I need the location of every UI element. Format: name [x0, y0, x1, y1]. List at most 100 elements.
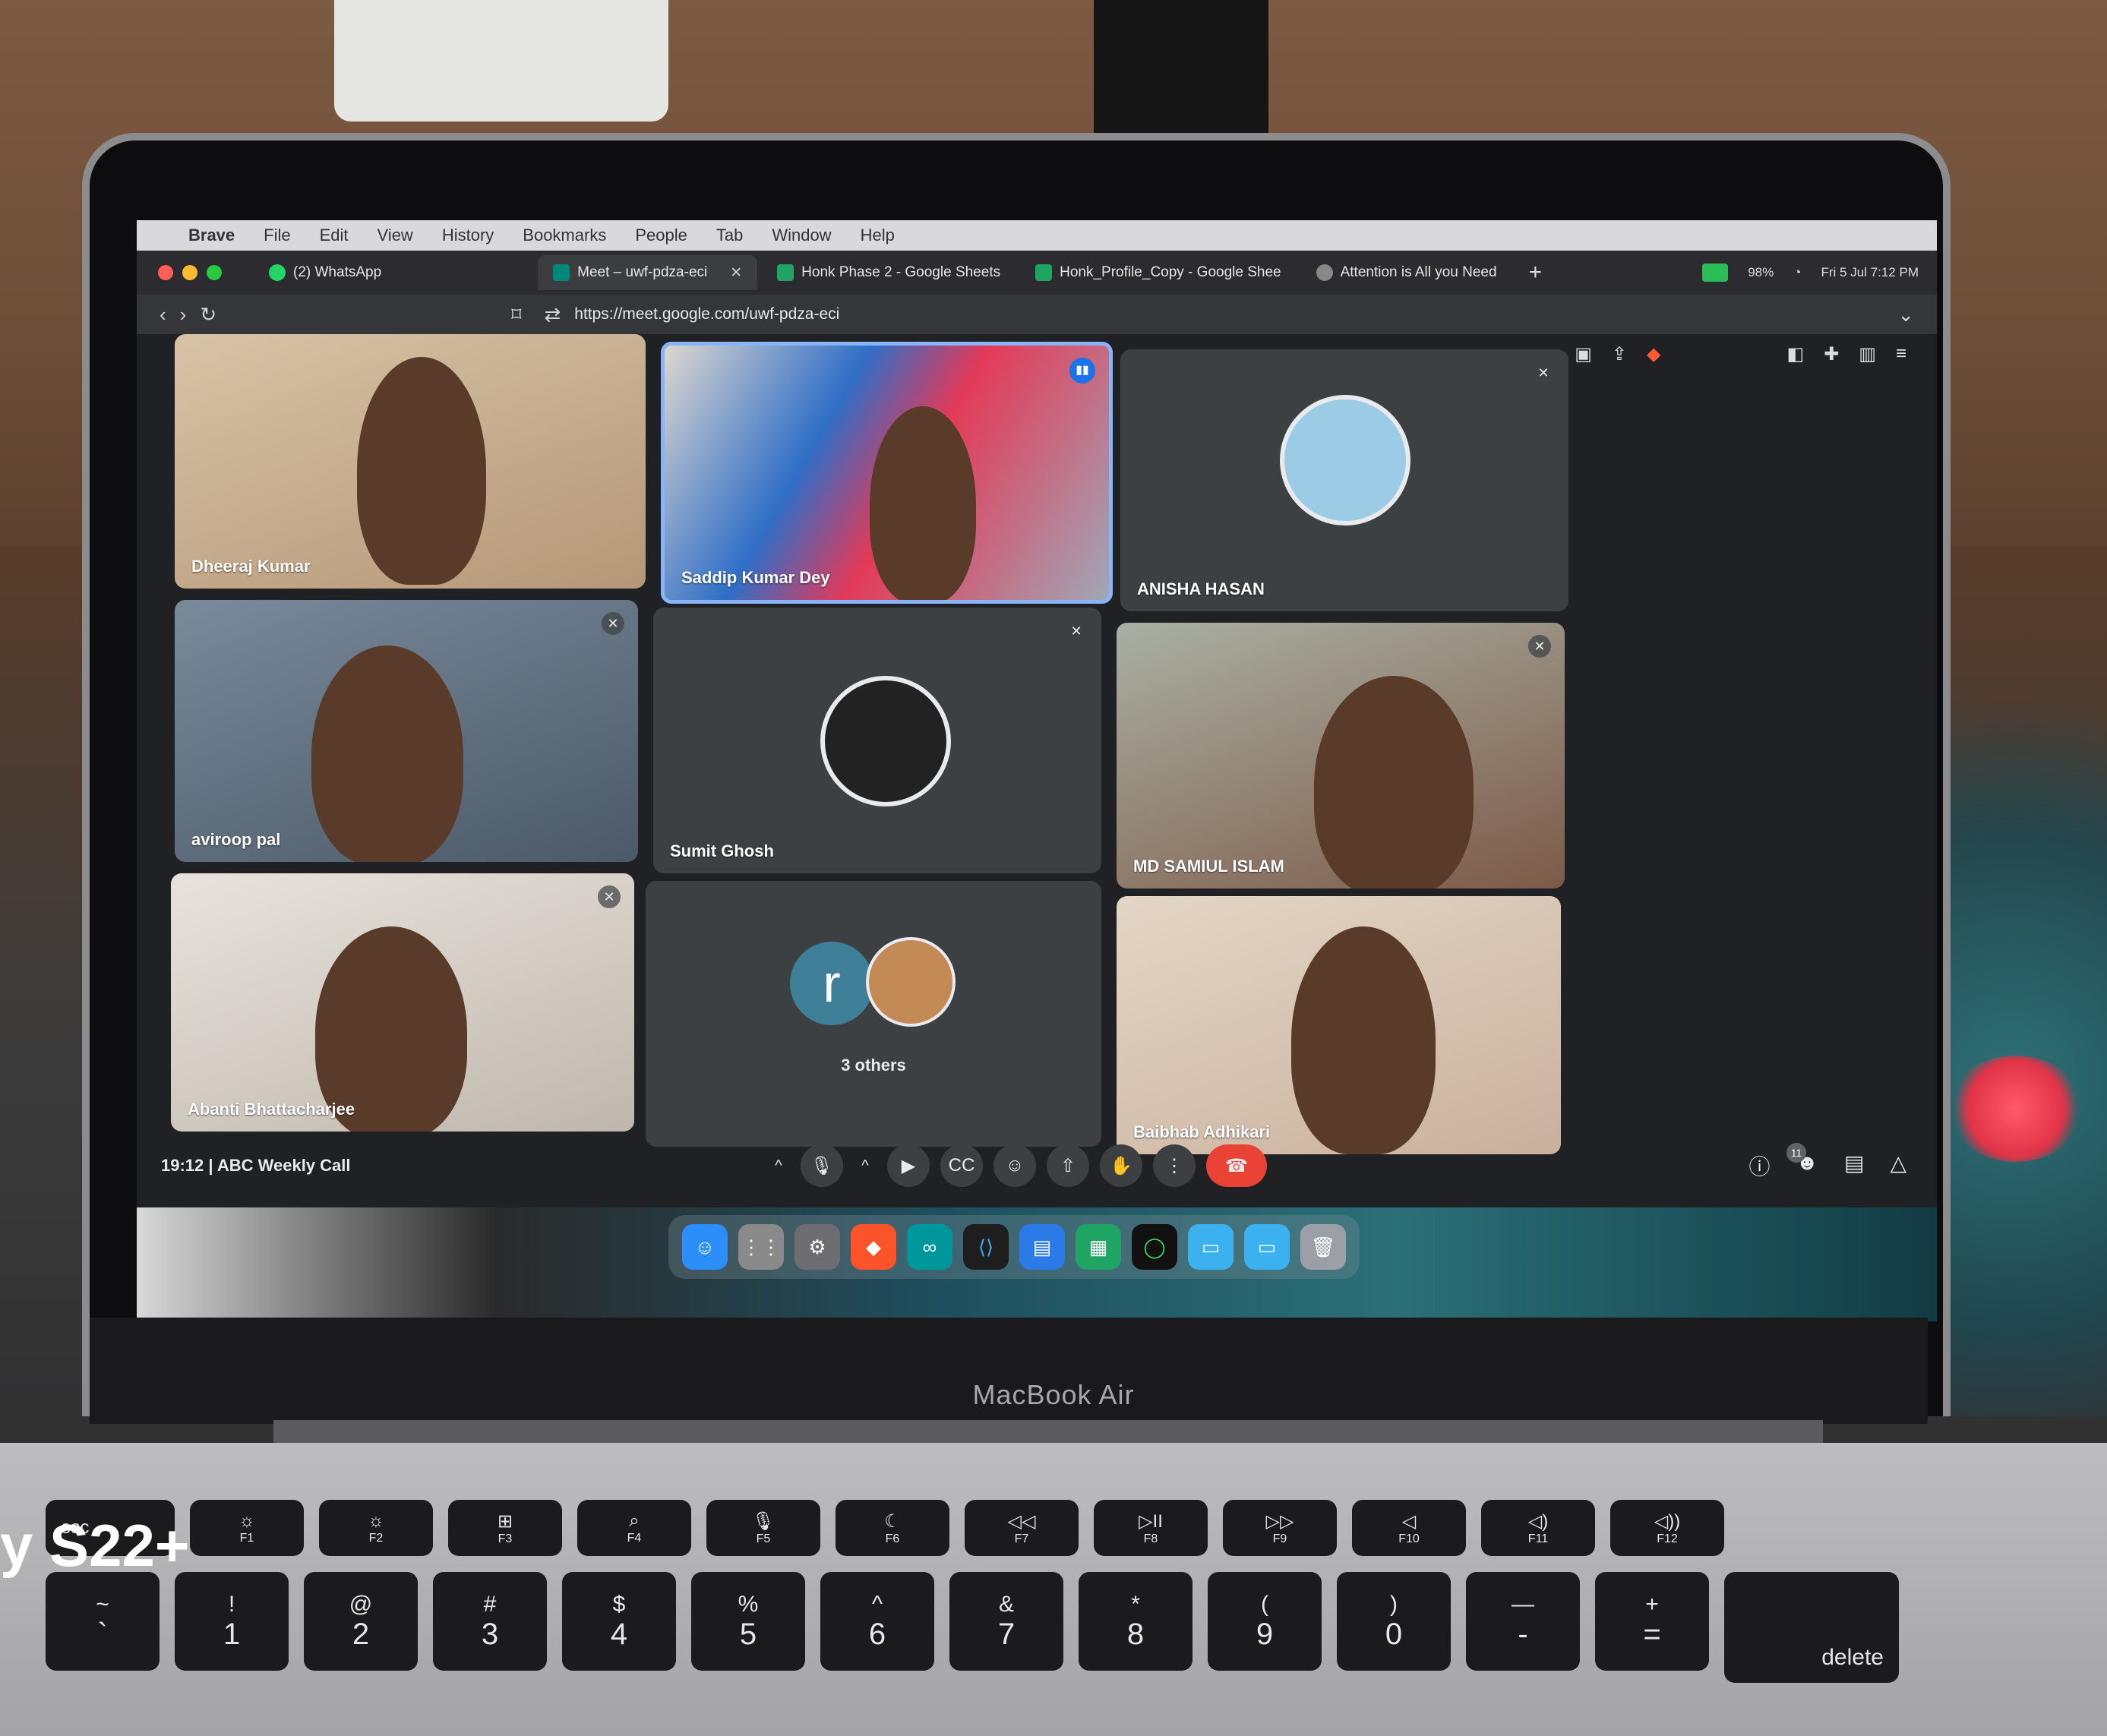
- launchpad-icon[interactable]: ⋮⋮: [738, 1224, 784, 1270]
- key-9[interactable]: (9: [1208, 1572, 1322, 1671]
- reload-icon[interactable]: ↻: [200, 303, 230, 326]
- close-window-button[interactable]: [158, 265, 173, 280]
- key-f9[interactable]: ▷▷ F9: [1223, 1500, 1337, 1556]
- menu-window[interactable]: Window: [772, 226, 831, 245]
- video-options-caret-icon[interactable]: ^: [854, 1144, 877, 1187]
- key-7[interactable]: & 7: [949, 1572, 1063, 1671]
- audio-options-caret-icon[interactable]: ^: [767, 1144, 790, 1187]
- tab-honk-phase-2[interactable]: Honk Phase 2 - Google Sheets: [762, 255, 1016, 290]
- folder-icon[interactable]: ▭: [1188, 1224, 1234, 1270]
- more-options-icon[interactable]: ⋮: [1153, 1144, 1196, 1187]
- chevron-down-icon[interactable]: ⌄: [1897, 303, 1914, 327]
- key-0[interactable]: ) 0: [1337, 1572, 1451, 1671]
- clock[interactable]: Fri 5 Jul 7:12 PM: [1821, 265, 1919, 280]
- back-icon[interactable]: ‹: [160, 303, 180, 326]
- downloads-folder-icon[interactable]: ▭: [1244, 1224, 1290, 1270]
- participant-tile[interactable]: ✕ aviroop pal: [175, 600, 638, 862]
- key-f7[interactable]: ◁◁ F7: [965, 1500, 1079, 1556]
- key-f1[interactable]: ☼ F1: [190, 1500, 304, 1556]
- camera-in-use-icon[interactable]: [1702, 264, 1729, 282]
- key-f10[interactable]: ◁ F10: [1352, 1500, 1466, 1556]
- captions-icon[interactable]: CC: [940, 1144, 983, 1187]
- key-f11[interactable]: ◁) F11: [1481, 1500, 1595, 1556]
- key-2[interactable]: @2: [304, 1572, 418, 1671]
- end-call-button[interactable]: ☎: [1206, 1144, 1267, 1187]
- menu-people[interactable]: People: [635, 226, 687, 245]
- site-settings-icon[interactable]: ⇄: [544, 303, 561, 327]
- key-delete[interactable]: delete: [1724, 1572, 1899, 1683]
- meet-main: ▣ ⇪ ◆ ◧ ✚ ▥ ≡ Dheeraj Kumar ▮▮ Saddip Ku…: [137, 334, 1937, 1321]
- bookmark-icon[interactable]: ⌑: [511, 303, 521, 327]
- tab-attention-paper[interactable]: Attention is All you Need: [1301, 255, 1512, 290]
- participant-tile-others[interactable]: r 3 others: [646, 881, 1101, 1147]
- participant-tile[interactable]: ✕ Sumit Ghosh: [653, 608, 1101, 873]
- google-sheets-icon[interactable]: ▦: [1076, 1224, 1121, 1270]
- key-f2[interactable]: ☼ F2: [319, 1500, 433, 1556]
- key-3[interactable]: #3: [433, 1572, 547, 1671]
- forward-icon[interactable]: ›: [180, 303, 201, 326]
- key-f3[interactable]: ⊞ F3: [448, 1500, 562, 1556]
- wifi-icon[interactable]: ◔: [1793, 265, 1801, 280]
- participant-tile[interactable]: ✕ Abanti Bhattacharjee: [171, 873, 634, 1132]
- key-f5[interactable]: 🎙 F5: [706, 1500, 820, 1556]
- menu-edit[interactable]: Edit: [320, 226, 349, 245]
- menu-help[interactable]: Help: [861, 226, 895, 245]
- participant-tile[interactable]: ✕ ANISHA HASAN: [1120, 349, 1568, 611]
- camera-icon[interactable]: ▶: [887, 1144, 930, 1187]
- chat-icon[interactable]: ▤: [1844, 1150, 1864, 1181]
- key-8[interactable]: * 8: [1079, 1572, 1192, 1671]
- menu-icon[interactable]: ≡: [1896, 343, 1906, 365]
- brave-shields-icon[interactable]: ◆: [1647, 343, 1660, 365]
- camera-permission-icon[interactable]: ▣: [1575, 343, 1592, 365]
- vscode-icon[interactable]: ⟨⟩: [963, 1224, 1009, 1270]
- key-f8[interactable]: ▷II F8: [1094, 1500, 1208, 1556]
- present-screen-icon[interactable]: ⇧: [1047, 1144, 1089, 1187]
- key-6[interactable]: ^ 6: [820, 1572, 934, 1671]
- arduino-icon[interactable]: ∞: [907, 1224, 952, 1270]
- menu-view[interactable]: View: [377, 226, 413, 245]
- key-5[interactable]: % 5: [691, 1572, 805, 1671]
- activities-icon[interactable]: △: [1890, 1150, 1906, 1181]
- key-f6[interactable]: ☾ F6: [836, 1500, 949, 1556]
- key-equals[interactable]: + =: [1595, 1572, 1709, 1671]
- key-minus[interactable]: — -: [1466, 1572, 1580, 1671]
- new-tab-icon[interactable]: +: [1529, 260, 1543, 286]
- key-f12[interactable]: ◁)) F12: [1610, 1500, 1724, 1556]
- finder-icon[interactable]: ☺: [682, 1224, 728, 1270]
- menu-app-name[interactable]: Brave: [188, 226, 235, 245]
- activity-ring-icon[interactable]: ◯: [1132, 1224, 1177, 1270]
- key-bot: 9: [1256, 1617, 1274, 1651]
- system-settings-icon[interactable]: ⚙: [794, 1224, 840, 1270]
- brave-icon[interactable]: ◆: [851, 1224, 896, 1270]
- minimize-window-button[interactable]: [182, 265, 197, 280]
- participant-tile[interactable]: ✕ MD SAMIUL ISLAM: [1117, 623, 1565, 889]
- participant-tile[interactable]: Dheeraj Kumar: [175, 334, 646, 589]
- trash-icon[interactable]: 🗑: [1300, 1224, 1346, 1270]
- participant-tile-speaking[interactable]: ▮▮ Saddip Kumar Dey: [661, 342, 1113, 604]
- close-tab-icon[interactable]: ✕: [730, 264, 742, 282]
- meeting-info: 19:12 | ABC Weekly Call: [161, 1156, 351, 1176]
- key-4[interactable]: $4: [562, 1572, 676, 1671]
- emoji-icon[interactable]: ☺: [993, 1144, 1036, 1187]
- tab-meet[interactable]: Meet – uwf-pdza-eci ✕: [538, 255, 758, 290]
- key-1[interactable]: ! 1: [175, 1572, 289, 1671]
- extension-icon[interactable]: ◧: [1787, 343, 1805, 365]
- raise-hand-icon[interactable]: ✋: [1100, 1144, 1142, 1187]
- meeting-details-icon[interactable]: ⓘ: [1749, 1150, 1771, 1181]
- share-icon[interactable]: ⇪: [1612, 343, 1627, 365]
- participant-tile[interactable]: Baibhab Adhikari: [1117, 896, 1561, 1154]
- menu-history[interactable]: History: [442, 226, 494, 245]
- tab-honk-profile-copy[interactable]: Honk_Profile_Copy - Google Shee: [1020, 255, 1297, 290]
- url-field[interactable]: https://meet.google.com/uwf-pdza-eci: [574, 305, 839, 324]
- key-backtick[interactable]: ~ `: [46, 1572, 160, 1671]
- menu-tab[interactable]: Tab: [716, 226, 743, 245]
- sidebar-icon[interactable]: ▥: [1859, 343, 1876, 365]
- extensions-puzzle-icon[interactable]: ✚: [1824, 343, 1839, 365]
- menu-bookmarks[interactable]: Bookmarks: [523, 226, 606, 245]
- menu-file[interactable]: File: [264, 226, 290, 245]
- google-docs-icon[interactable]: ▤: [1019, 1224, 1065, 1270]
- key-f4[interactable]: ⌕ F4: [577, 1500, 691, 1556]
- tab-whatsapp[interactable]: (2) WhatsApp: [254, 255, 396, 290]
- zoom-window-button[interactable]: [207, 265, 222, 280]
- mic-icon[interactable]: 🎙: [801, 1144, 843, 1187]
